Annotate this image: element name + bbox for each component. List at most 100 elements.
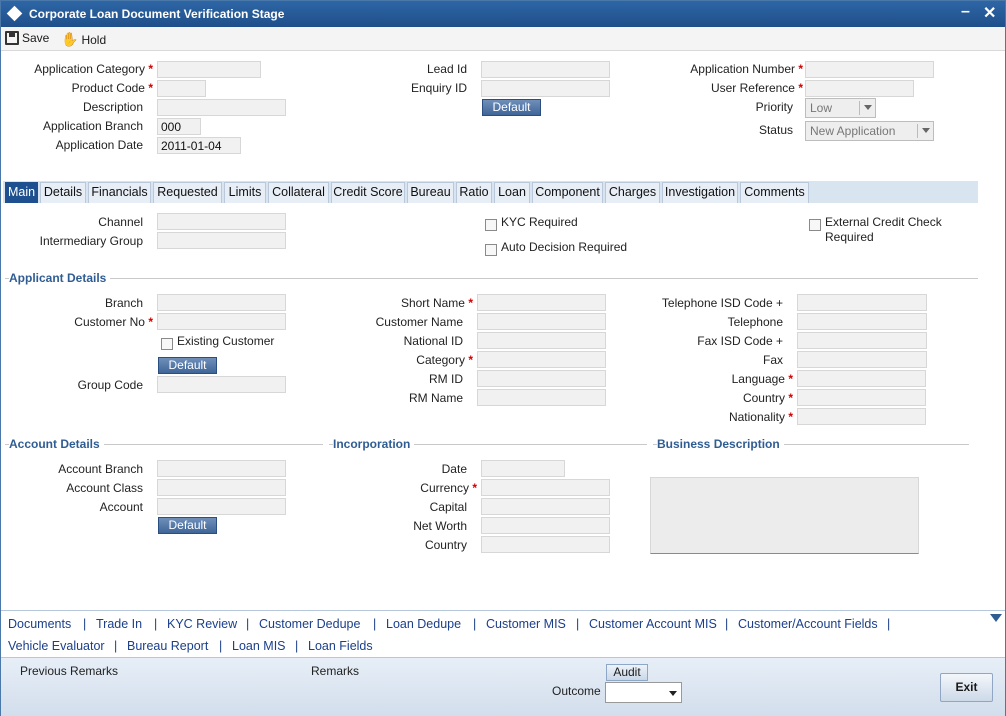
link-customer-account-fields[interactable]: Customer/Account Fields <box>738 617 878 631</box>
link-bureau-report[interactable]: Bureau Report <box>127 639 208 653</box>
link-separator: | <box>295 639 299 653</box>
customer-no-field[interactable] <box>157 313 286 330</box>
external-credit-check-label-2: Required <box>825 230 874 244</box>
account-field[interactable] <box>157 498 286 515</box>
auto-decision-label: Auto Decision Required <box>501 240 628 254</box>
tab-main[interactable]: Main <box>5 182 38 203</box>
minimize-button[interactable]: – <box>961 3 970 21</box>
link-separator: | <box>887 617 891 631</box>
telephone-isd-field[interactable] <box>797 294 927 311</box>
tab-requested[interactable]: Requested <box>153 182 222 203</box>
link-customer-dedupe[interactable]: Customer Dedupe <box>259 617 360 631</box>
tab-bureau[interactable]: Bureau <box>407 182 454 203</box>
description-field[interactable] <box>157 99 286 116</box>
business-description-textarea[interactable] <box>650 477 919 554</box>
account-class-field[interactable] <box>157 479 286 496</box>
save-icon <box>5 31 19 45</box>
tab-loan[interactable]: Loan <box>494 182 530 203</box>
branch-field[interactable] <box>157 294 286 311</box>
intermediary-group-field[interactable] <box>157 232 286 249</box>
chevron-down-icon <box>922 128 930 133</box>
telephone-label: Telephone <box>727 315 783 329</box>
rm-id-field[interactable] <box>477 370 606 387</box>
application-number-field[interactable] <box>805 61 934 78</box>
window-title: Corporate Loan Document Verification Sta… <box>29 7 285 21</box>
default-button-header[interactable]: Default <box>482 99 541 116</box>
application-date-field[interactable]: 2011-01-04 <box>157 137 241 154</box>
auto-decision-checkbox[interactable] <box>485 244 497 256</box>
branch-label: Branch <box>104 296 143 310</box>
account-branch-field[interactable] <box>157 460 286 477</box>
default-button-applicant[interactable]: Default <box>158 357 217 374</box>
fax-label: Fax <box>762 353 783 367</box>
short-name-field[interactable] <box>477 294 606 311</box>
save-button[interactable]: Save <box>5 31 49 45</box>
fax-field[interactable] <box>797 351 927 368</box>
enquiry-id-field[interactable] <box>481 80 610 97</box>
kyc-required-checkbox[interactable] <box>485 219 497 231</box>
enquiry-id-label: Enquiry ID <box>410 81 467 95</box>
inc-capital-field[interactable] <box>481 498 610 515</box>
tab-financials[interactable]: Financials <box>88 182 151 203</box>
link-separator: | <box>83 617 87 631</box>
existing-customer-checkbox[interactable] <box>161 338 173 350</box>
national-id-field[interactable] <box>477 332 606 349</box>
telephone-field[interactable] <box>797 313 927 330</box>
tab-details[interactable]: Details <box>40 182 86 203</box>
application-category-field[interactable] <box>157 61 261 78</box>
priority-select[interactable]: Low <box>805 98 876 118</box>
rm-name-label: RM Name <box>408 391 463 405</box>
save-label: Save <box>22 31 50 45</box>
language-field[interactable] <box>797 370 926 387</box>
link-kyc-review[interactable]: KYC Review <box>167 617 237 631</box>
main-window: Corporate Loan Document Verification Sta… <box>0 0 1006 716</box>
tab-limits[interactable]: Limits <box>224 182 266 203</box>
default-button-account[interactable]: Default <box>158 517 217 534</box>
external-credit-check-checkbox[interactable] <box>809 219 821 231</box>
tab-charges[interactable]: Charges <box>605 182 660 203</box>
lead-id-field[interactable] <box>481 61 610 78</box>
link-loan-dedupe[interactable]: Loan Dedupe <box>386 617 461 631</box>
customer-name-field[interactable] <box>477 313 606 330</box>
tab-collateral[interactable]: Collateral <box>268 182 329 203</box>
exit-button[interactable]: Exit <box>940 673 993 702</box>
outcome-label: Outcome <box>552 684 601 698</box>
link-documents[interactable]: Documents <box>8 617 71 631</box>
inc-date-field[interactable] <box>481 460 565 477</box>
application-branch-field[interactable]: 000 <box>157 118 201 135</box>
nationality-field[interactable] <box>797 408 926 425</box>
link-loan-mis[interactable]: Loan MIS <box>232 639 286 653</box>
audit-button[interactable]: Audit <box>606 664 648 681</box>
inc-net-worth-field[interactable] <box>481 517 610 534</box>
link-customer-account-mis[interactable]: Customer Account MIS <box>589 617 717 631</box>
tab-component[interactable]: Component <box>532 182 603 203</box>
category-field[interactable] <box>477 351 606 368</box>
inc-currency-field[interactable] <box>481 479 610 496</box>
link-customer-mis[interactable]: Customer MIS <box>486 617 566 631</box>
outcome-select[interactable] <box>605 682 682 703</box>
inc-currency-label: Currency * <box>420 481 477 495</box>
account-class-label: Account Class <box>66 481 143 495</box>
link-trade-in[interactable]: Trade In <box>96 617 142 631</box>
title-bar: Corporate Loan Document Verification Sta… <box>1 1 1005 27</box>
tab-credit-score[interactable]: Credit Score <box>331 182 405 203</box>
inc-country-field[interactable] <box>481 536 610 553</box>
link-loan-fields[interactable]: Loan Fields <box>308 639 373 653</box>
country-field[interactable] <box>797 389 926 406</box>
category-label: Category * <box>416 353 473 367</box>
scroll-down-icon[interactable] <box>990 614 1002 622</box>
close-button[interactable]: ✕ <box>983 3 996 23</box>
product-code-field[interactable] <box>157 80 206 97</box>
tab-ratio[interactable]: Ratio <box>456 182 492 203</box>
group-code-field[interactable] <box>157 376 286 393</box>
rm-name-field[interactable] <box>477 389 606 406</box>
fax-isd-field[interactable] <box>797 332 927 349</box>
link-vehicle-evaluator[interactable]: Vehicle Evaluator <box>8 639 105 653</box>
channel-field[interactable] <box>157 213 286 230</box>
user-reference-field[interactable] <box>805 80 914 97</box>
inc-date-label: Date <box>441 462 467 476</box>
tab-comments[interactable]: Comments <box>740 182 809 203</box>
tab-investigation[interactable]: Investigation <box>662 182 738 203</box>
hold-button[interactable]: ✋ Hold <box>61 31 106 48</box>
status-select[interactable]: New Application <box>805 121 934 141</box>
